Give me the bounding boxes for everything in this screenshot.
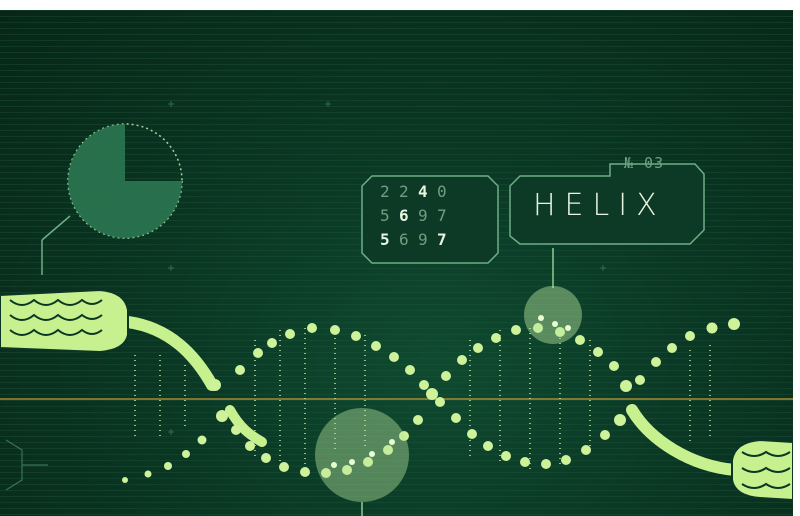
grid-row: 5 6 9 7 <box>380 230 490 254</box>
badge-title: HELIX <box>533 188 666 223</box>
grid-digit: 6 <box>399 230 409 249</box>
grid-digit: 4 <box>418 182 428 201</box>
grid-digit: 9 <box>418 206 428 225</box>
badge-number: № 03 <box>624 154 665 172</box>
grid-digit: 9 <box>418 230 428 249</box>
grid-digit: 5 <box>380 230 390 249</box>
number-grid: 2 2 4 0 5 6 9 7 5 6 9 7 <box>380 182 490 254</box>
grid-digit: 7 <box>437 230 447 249</box>
grid-digit: 2 <box>399 182 409 201</box>
grid-digit: 5 <box>380 206 390 225</box>
grid-digit: 7 <box>437 206 447 225</box>
grid-digit: 2 <box>380 182 390 201</box>
grid-row: 5 6 9 7 <box>380 206 490 230</box>
grid-row: 2 2 4 0 <box>380 182 490 206</box>
helix-artwork <box>0 10 793 516</box>
grid-digit: 6 <box>399 206 409 225</box>
helix-illustration: 2 2 4 0 5 6 9 7 5 6 9 7 № 03 HELIX <box>0 10 793 516</box>
grid-digit: 0 <box>437 182 447 201</box>
